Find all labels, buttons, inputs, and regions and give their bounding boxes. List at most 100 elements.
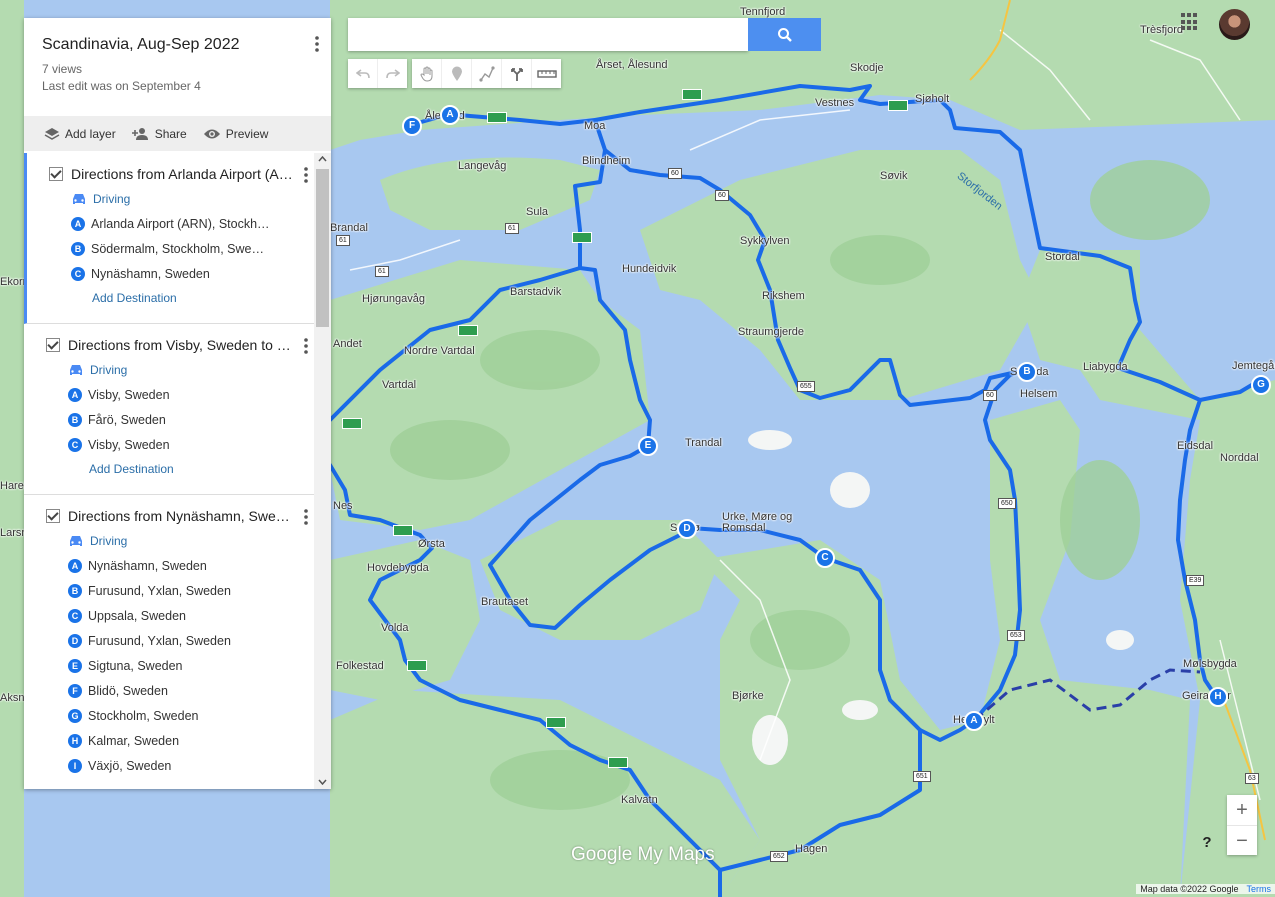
directions-layer[interactable]: Directions from Nynäshamn, Swed… Driving…: [24, 495, 314, 789]
destination-item[interactable]: G Stockholm, Sweden: [24, 703, 314, 728]
route-marker[interactable]: D: [677, 519, 697, 539]
route-marker[interactable]: F: [402, 116, 422, 136]
stop-letter: C: [68, 608, 82, 623]
destination-item[interactable]: H Kalmar, Sweden: [24, 728, 314, 753]
e-road-shield: [682, 89, 702, 100]
layer-visibility-checkbox[interactable]: [46, 337, 60, 352]
share-button[interactable]: Share: [131, 127, 187, 141]
layer-options-button[interactable]: [304, 509, 308, 530]
panel-scrollbar[interactable]: [314, 153, 331, 789]
map-label: Sjøholt: [915, 93, 950, 105]
travel-mode[interactable]: Driving: [24, 357, 314, 382]
stop-letter: G: [68, 708, 82, 723]
road-shield: 653: [1007, 630, 1025, 641]
terms-link[interactable]: Terms: [1247, 884, 1272, 894]
layer-visibility-checkbox[interactable]: [46, 508, 60, 523]
stop-name: Södermalm, Stockholm, Swe…: [91, 241, 264, 256]
scroll-thumb[interactable]: [316, 169, 329, 327]
scroll-down-icon: [318, 779, 327, 785]
destination-item[interactable]: B Furusund, Yxlan, Sweden: [24, 578, 314, 603]
destination-item[interactable]: D Furusund, Yxlan, Sweden: [24, 628, 314, 653]
map-label: Rikshem: [762, 290, 805, 302]
destination-item[interactable]: C Nynäshamn, Sweden: [27, 261, 314, 286]
route-marker[interactable]: B: [1017, 362, 1037, 382]
layer-title[interactable]: Directions from Nynäshamn, Swed…: [68, 508, 293, 524]
help-button[interactable]: ?: [1197, 834, 1217, 854]
e-road-shield: [888, 100, 908, 111]
stop-letter: I: [68, 758, 82, 773]
eye-icon: [203, 129, 220, 138]
travel-mode[interactable]: Driving: [24, 528, 314, 553]
redo-button[interactable]: [378, 59, 407, 88]
route-marker[interactable]: C: [815, 548, 835, 568]
route-marker[interactable]: H: [1208, 687, 1228, 707]
directions-layer[interactable]: Directions from Arlanda Airport (A… Driv…: [24, 153, 314, 324]
map-label: Vartdal: [382, 379, 417, 391]
destination-item[interactable]: A Visby, Sweden: [24, 382, 314, 407]
map-title[interactable]: Scandinavia, Aug-Sep 2022: [42, 36, 313, 54]
destination-item[interactable]: A Nynäshamn, Sweden: [24, 553, 314, 578]
destination-item[interactable]: B Södermalm, Stockholm, Swe…: [27, 236, 314, 261]
preview-button[interactable]: Preview: [203, 126, 269, 141]
add-layer-button[interactable]: Add layer: [44, 127, 116, 141]
preview-label: Preview: [225, 126, 269, 141]
map-label: Straumgjerde: [738, 326, 805, 338]
measure-button[interactable]: [532, 59, 561, 88]
road-shield: 61: [505, 223, 519, 234]
map-editor-panel: Scandinavia, Aug-Sep 2022 7 views Last e…: [24, 18, 331, 789]
travel-mode-label: Driving: [90, 533, 128, 548]
layer-title[interactable]: Directions from Visby, Sweden to …: [68, 337, 293, 353]
directions-icon: [510, 67, 523, 81]
destination-item[interactable]: E Sigtuna, Sweden: [24, 653, 314, 678]
destination-item[interactable]: B Fårö, Sweden: [24, 407, 314, 432]
add-marker-button[interactable]: [442, 59, 472, 88]
travel-mode[interactable]: Driving: [27, 186, 314, 211]
search-button[interactable]: [748, 18, 821, 51]
destination-item[interactable]: C Visby, Sweden: [24, 432, 314, 457]
map-label: Brandal: [330, 222, 368, 234]
route-marker[interactable]: A: [964, 711, 984, 731]
layer-options-button[interactable]: [304, 338, 308, 359]
add-destination-link[interactable]: Add Destination: [24, 457, 314, 482]
road-shield: 655: [797, 381, 815, 392]
e-road-shield: [572, 232, 592, 243]
layer-title[interactable]: Directions from Arlanda Airport (A…: [71, 166, 296, 182]
add-directions-button[interactable]: [502, 59, 532, 88]
more-vert-icon: [315, 36, 319, 52]
road-shield: 61: [336, 235, 350, 246]
stop-letter: B: [68, 583, 82, 598]
route-marker[interactable]: G: [1251, 375, 1271, 395]
account-avatar[interactable]: [1219, 9, 1250, 40]
apps-icon: [1181, 13, 1185, 17]
directions-layer[interactable]: Directions from Visby, Sweden to … Drivi…: [24, 324, 314, 495]
add-destination-link[interactable]: Add Destination: [27, 286, 314, 311]
stop-letter: A: [71, 216, 85, 231]
route-marker[interactable]: E: [638, 436, 658, 456]
search-input[interactable]: [348, 18, 748, 51]
apps-grid-button[interactable]: [1181, 13, 1199, 31]
route-marker[interactable]: A: [440, 105, 460, 125]
select-items-button[interactable]: [412, 59, 442, 88]
destination-item[interactable]: F Blidö, Sweden: [24, 678, 314, 703]
car-icon: [70, 364, 82, 375]
marker-icon: [451, 66, 462, 81]
layer-options-button[interactable]: [304, 167, 308, 188]
zoom-in-button[interactable]: +: [1227, 795, 1257, 826]
map-label: Nes: [333, 500, 353, 512]
draw-line-button[interactable]: [472, 59, 502, 88]
road-shield: 61: [375, 266, 389, 277]
map-label: Ørsta: [418, 538, 445, 550]
undo-button[interactable]: [348, 59, 378, 88]
stop-name: Uppsala, Sweden: [88, 608, 186, 623]
stop-letter: F: [68, 683, 82, 698]
zoom-out-button[interactable]: −: [1227, 826, 1257, 856]
layer-visibility-checkbox[interactable]: [49, 166, 63, 181]
map-options-button[interactable]: [315, 36, 319, 57]
stop-letter: B: [71, 241, 85, 256]
destination-item[interactable]: I Växjö, Sweden: [24, 753, 314, 778]
map-label: Brautaset: [481, 596, 529, 608]
destination-item[interactable]: C Uppsala, Sweden: [24, 603, 314, 628]
destination-item[interactable]: A Arlanda Airport (ARN), Stockh…: [27, 211, 314, 236]
undo-icon: [355, 68, 370, 78]
road-shield: 60: [715, 190, 729, 201]
